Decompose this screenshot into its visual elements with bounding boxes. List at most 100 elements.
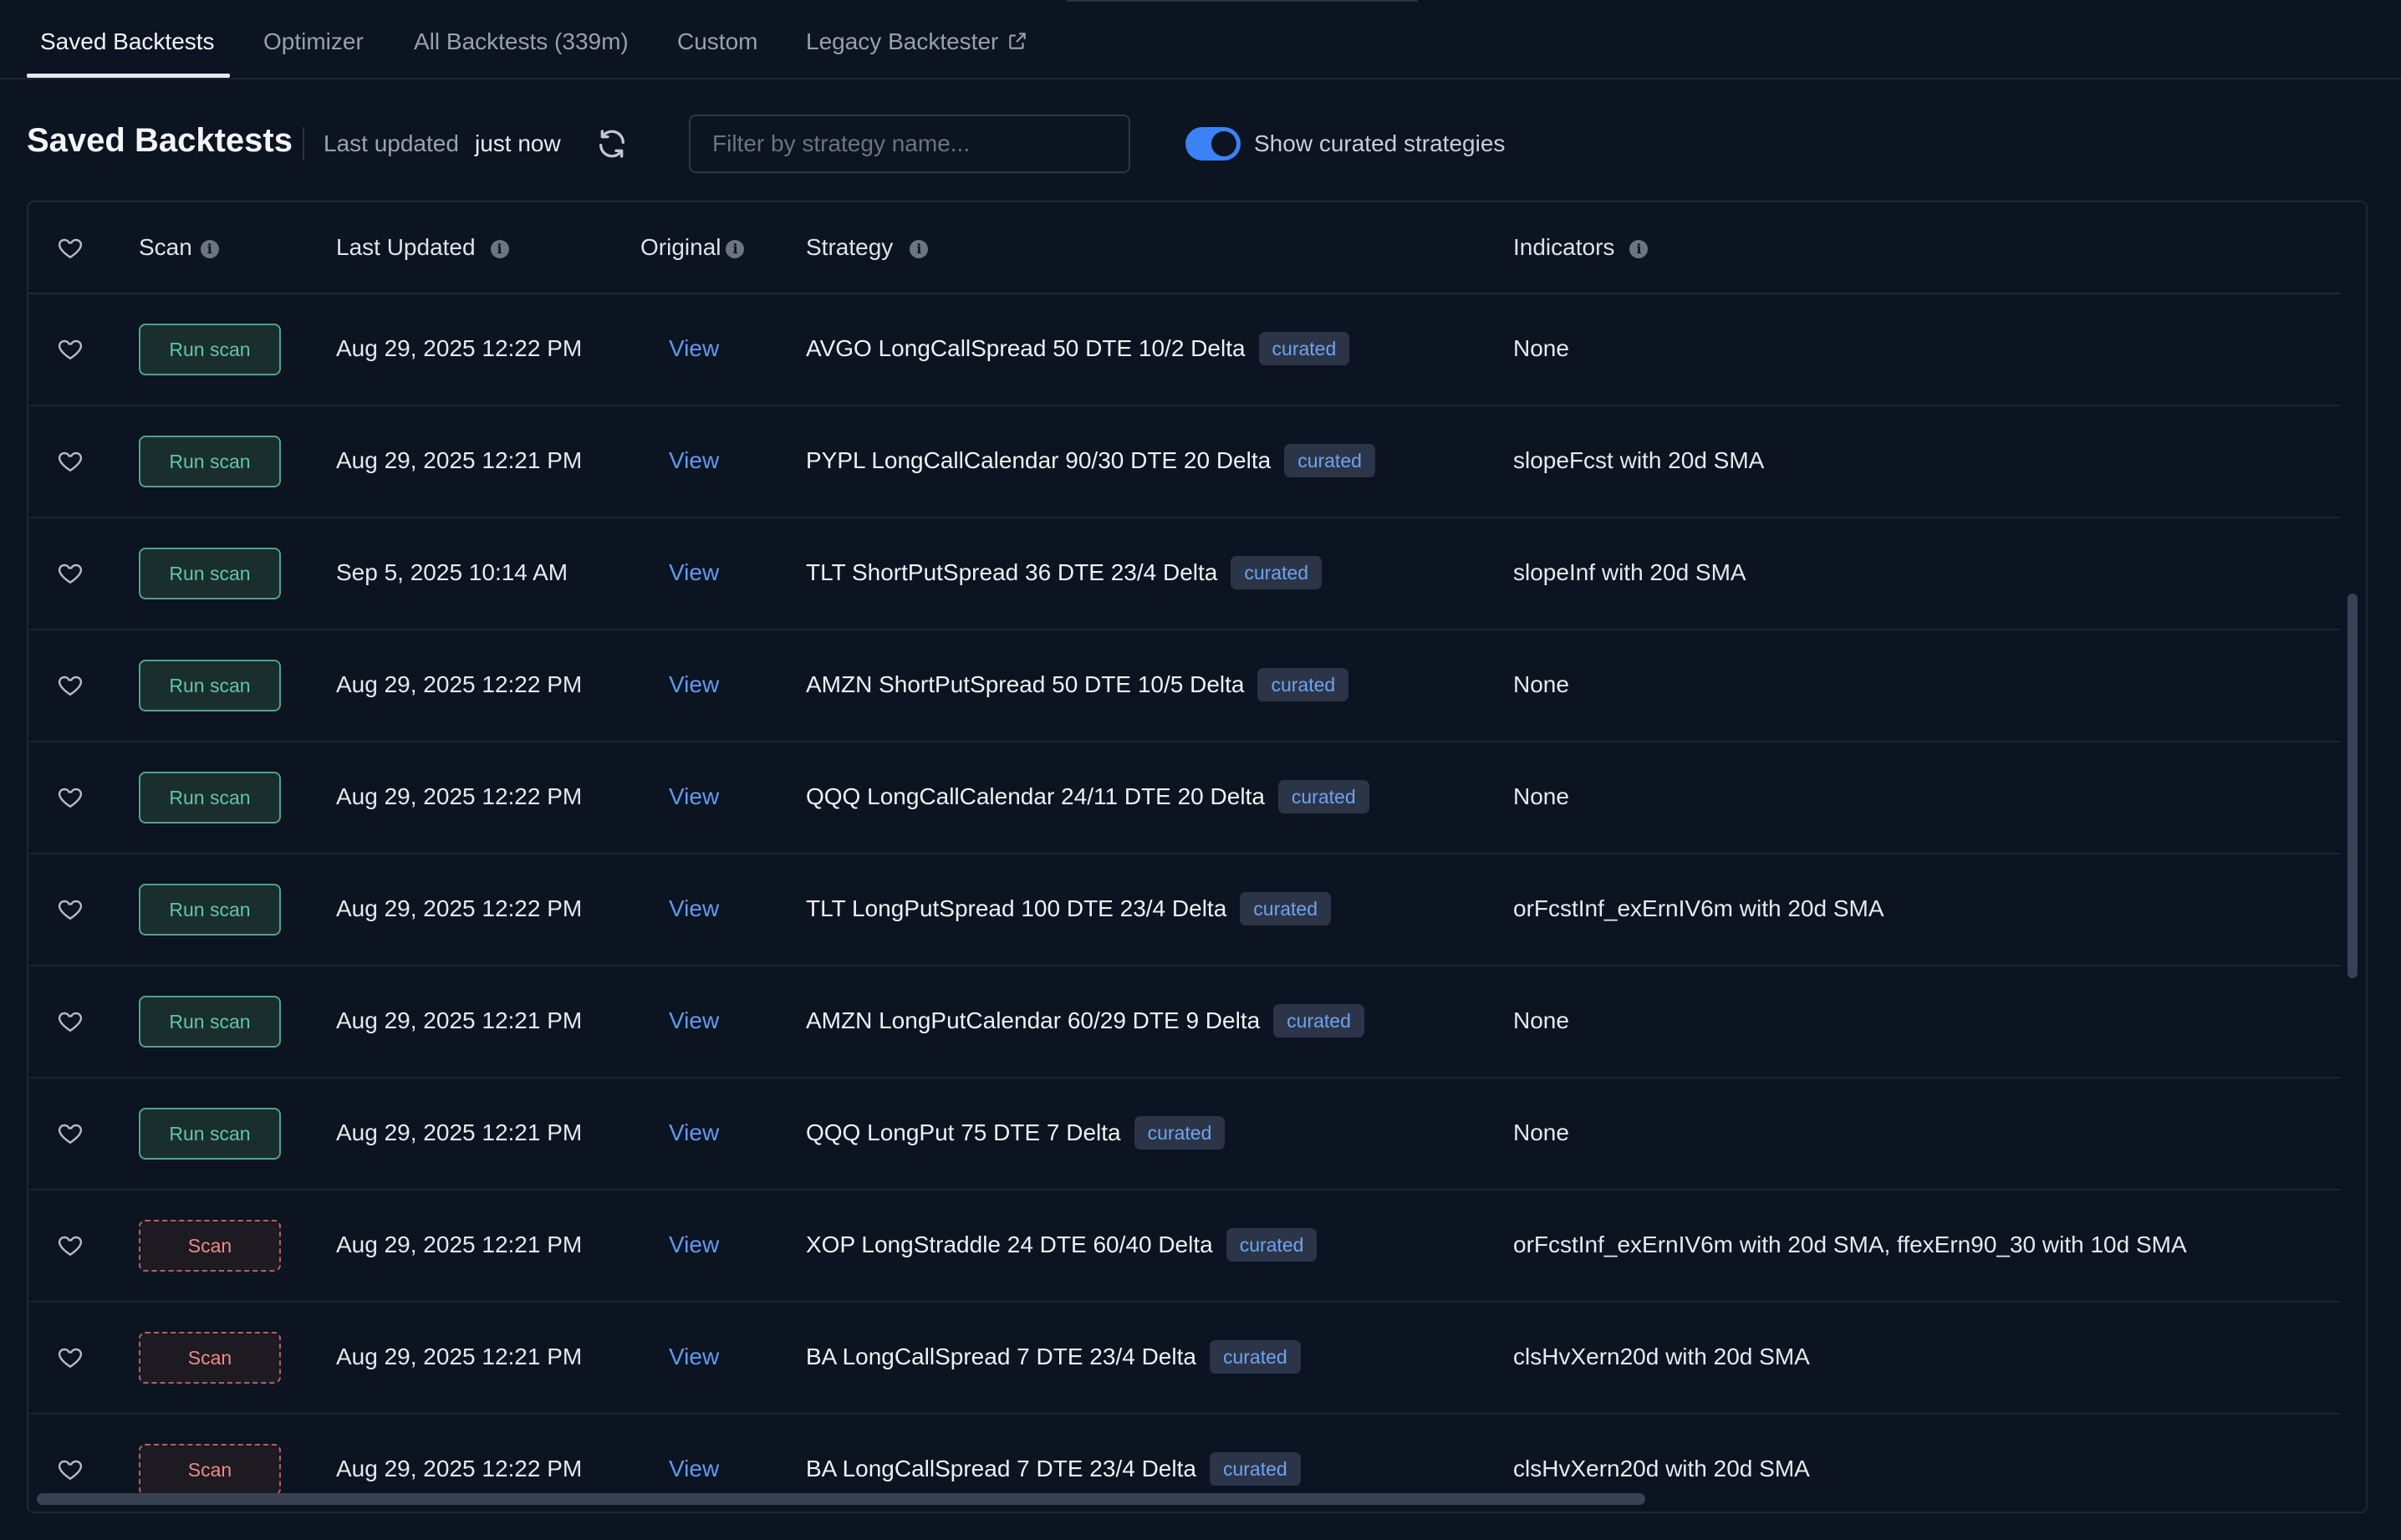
- indicators-cell: clsHvXern20d with 20d SMA: [1513, 1456, 1810, 1481]
- heart-icon[interactable]: [57, 1456, 84, 1483]
- table-row[interactable]: Run scan Aug 29, 2025 12:22 PM View TLT …: [28, 854, 2341, 966]
- curated-badge: curated: [1284, 444, 1375, 477]
- strategy-cell: TLT ShortPutSpread 36 DTE 23/4 Delta cura…: [806, 556, 1323, 589]
- view-original-link[interactable]: View: [669, 1344, 719, 1370]
- last-updated-cell: Aug 29, 2025 12:21 PM: [336, 1007, 583, 1033]
- table-row[interactable]: Run scan Aug 29, 2025 12:21 PM View PYPL…: [28, 406, 2341, 518]
- run-scan-button[interactable]: Run scan: [139, 1108, 281, 1160]
- curated-badge: curated: [1209, 1340, 1301, 1374]
- backtests-table: Scan i Last Updated i Original i Strategy i …: [27, 201, 2368, 1513]
- table-row[interactable]: Scan Aug 29, 2025 12:21 PM View BA LongC…: [28, 1303, 2341, 1415]
- indicators-cell: None: [1513, 1119, 1569, 1145]
- table-row[interactable]: Run scan Sep 5, 2025 10:14 AM View TLT S…: [28, 518, 2341, 630]
- curated-badge: curated: [1226, 1228, 1318, 1262]
- tab-bar: Saved Backtests Optimizer All Backtests …: [0, 0, 2401, 79]
- tab-all-backtests[interactable]: All Backtests (339m): [414, 28, 629, 79]
- heart-icon[interactable]: [57, 784, 84, 811]
- table-row[interactable]: Run scan Aug 29, 2025 12:22 PM View AVGO…: [28, 294, 2341, 406]
- last-updated-label: Last updated: [324, 130, 459, 156]
- heart-icon[interactable]: [57, 336, 84, 363]
- strategy-cell: AVGO LongCallSpread 50 DTE 10/2 Delta cur…: [806, 332, 1350, 365]
- refresh-icon[interactable]: [595, 127, 629, 161]
- table-row[interactable]: Run scan Aug 29, 2025 12:22 PM View QQQ …: [28, 742, 2341, 854]
- run-scan-button[interactable]: Run scan: [139, 436, 281, 487]
- col-original[interactable]: Original i: [640, 234, 745, 261]
- indicators-cell: None: [1513, 335, 1569, 361]
- view-original-link[interactable]: View: [669, 1119, 719, 1146]
- run-scan-button[interactable]: Run scan: [139, 996, 281, 1048]
- table-row[interactable]: Run scan Aug 29, 2025 12:22 PM View AMZN…: [28, 630, 2341, 742]
- curated-badge: curated: [1209, 1452, 1301, 1486]
- tab-saved-backtests[interactable]: Saved Backtests: [40, 28, 215, 79]
- heart-icon[interactable]: [57, 560, 84, 587]
- scan-button[interactable]: Scan: [139, 1444, 281, 1496]
- info-icon[interactable]: i: [1629, 240, 1649, 258]
- run-scan-button[interactable]: Run scan: [139, 548, 281, 599]
- curated-toggle[interactable]: [1185, 127, 1241, 161]
- tab-optimizer[interactable]: Optimizer: [263, 28, 364, 79]
- table-row[interactable]: Run scan Aug 29, 2025 12:21 PM View AMZN…: [28, 966, 2341, 1079]
- col-scan[interactable]: Scan i: [139, 234, 219, 261]
- col-scan-label: Scan: [139, 234, 192, 260]
- strategy-name: XOP LongStraddle 24 DTE 60/40 Delta: [806, 1231, 1213, 1257]
- heart-icon[interactable]: [57, 235, 84, 262]
- last-updated-cell: Aug 29, 2025 12:21 PM: [336, 1231, 583, 1257]
- last-updated-cell: Aug 29, 2025 12:22 PM: [336, 671, 583, 697]
- heart-icon[interactable]: [57, 896, 84, 923]
- strategy-cell: QQQ LongPut 75 DTE 7 Delta curated: [806, 1116, 1226, 1150]
- heart-icon[interactable]: [57, 448, 84, 475]
- strategy-name: AMZN ShortPutSpread 50 DTE 10/5 Delta: [806, 671, 1245, 697]
- indicators-cell: None: [1513, 1007, 1569, 1033]
- strategy-cell: BA LongCallSpread 7 DTE 23/4 Delta curate…: [806, 1340, 1301, 1374]
- view-original-link[interactable]: View: [669, 671, 719, 698]
- view-original-link[interactable]: View: [669, 1007, 719, 1034]
- curated-badge: curated: [1277, 780, 1369, 813]
- heart-icon[interactable]: [57, 1008, 84, 1035]
- last-updated-value: just now: [475, 130, 561, 156]
- last-updated-cell: Sep 5, 2025 10:14 AM: [336, 559, 568, 585]
- heart-icon[interactable]: [57, 672, 84, 699]
- view-original-link[interactable]: View: [669, 1456, 719, 1482]
- view-original-link[interactable]: View: [669, 895, 719, 922]
- heart-icon[interactable]: [57, 1232, 84, 1259]
- info-icon[interactable]: i: [910, 240, 929, 258]
- view-original-link[interactable]: View: [669, 783, 719, 810]
- strategy-filter-input[interactable]: [689, 115, 1130, 173]
- table-row[interactable]: Scan Aug 29, 2025 12:21 PM View XOP Long…: [28, 1191, 2341, 1303]
- col-last-updated[interactable]: Last Updated i: [336, 234, 509, 261]
- info-icon[interactable]: i: [490, 240, 509, 258]
- run-scan-button[interactable]: Run scan: [139, 884, 281, 936]
- horizontal-scrollbar[interactable]: [37, 1493, 1645, 1505]
- run-scan-button[interactable]: Run scan: [139, 772, 281, 824]
- strategy-name: PYPL LongCallCalendar 90/30 DTE 20 Delta: [806, 447, 1272, 473]
- view-original-link[interactable]: View: [669, 1231, 719, 1258]
- strategy-name: QQQ LongCallCalendar 24/11 DTE 20 Delta: [806, 783, 1265, 809]
- strategy-cell: XOP LongStraddle 24 DTE 60/40 Delta curat…: [806, 1228, 1318, 1262]
- col-strategy[interactable]: Strategy i: [806, 234, 929, 261]
- indicators-cell: clsHvXern20d with 20d SMA: [1513, 1344, 1810, 1369]
- curated-toggle-label: Show curated strategies: [1254, 130, 1506, 156]
- strategy-cell: QQQ LongCallCalendar 24/11 DTE 20 Delta c…: [806, 780, 1369, 813]
- scan-button[interactable]: Scan: [139, 1332, 281, 1384]
- view-original-link[interactable]: View: [669, 447, 719, 474]
- run-scan-button[interactable]: Run scan: [139, 324, 281, 375]
- page: Saved Backtests Optimizer All Backtests …: [0, 0, 2401, 1540]
- col-original-label: Original: [640, 234, 721, 260]
- strategy-name: BA LongCallSpread 7 DTE 23/4 Delta: [806, 1456, 1196, 1481]
- vertical-scrollbar[interactable]: [2347, 594, 2358, 978]
- heart-icon[interactable]: [57, 1120, 84, 1147]
- last-updated-cell: Aug 29, 2025 12:22 PM: [336, 335, 583, 361]
- view-original-link[interactable]: View: [669, 559, 719, 586]
- heart-icon[interactable]: [57, 1344, 84, 1371]
- col-indicators[interactable]: Indicators i: [1513, 234, 1649, 261]
- header-divider: [303, 127, 304, 161]
- strategy-cell: BA LongCallSpread 7 DTE 23/4 Delta curate…: [806, 1452, 1301, 1486]
- scan-button[interactable]: Scan: [139, 1220, 281, 1272]
- run-scan-button[interactable]: Run scan: [139, 660, 281, 711]
- info-icon[interactable]: i: [726, 240, 745, 258]
- table-row[interactable]: Run scan Aug 29, 2025 12:21 PM View QQQ …: [28, 1079, 2341, 1191]
- info-icon[interactable]: i: [200, 240, 219, 258]
- tab-custom[interactable]: Custom: [677, 28, 757, 79]
- view-original-link[interactable]: View: [669, 335, 719, 362]
- tab-legacy-backtester[interactable]: Legacy Backtester: [806, 28, 1028, 79]
